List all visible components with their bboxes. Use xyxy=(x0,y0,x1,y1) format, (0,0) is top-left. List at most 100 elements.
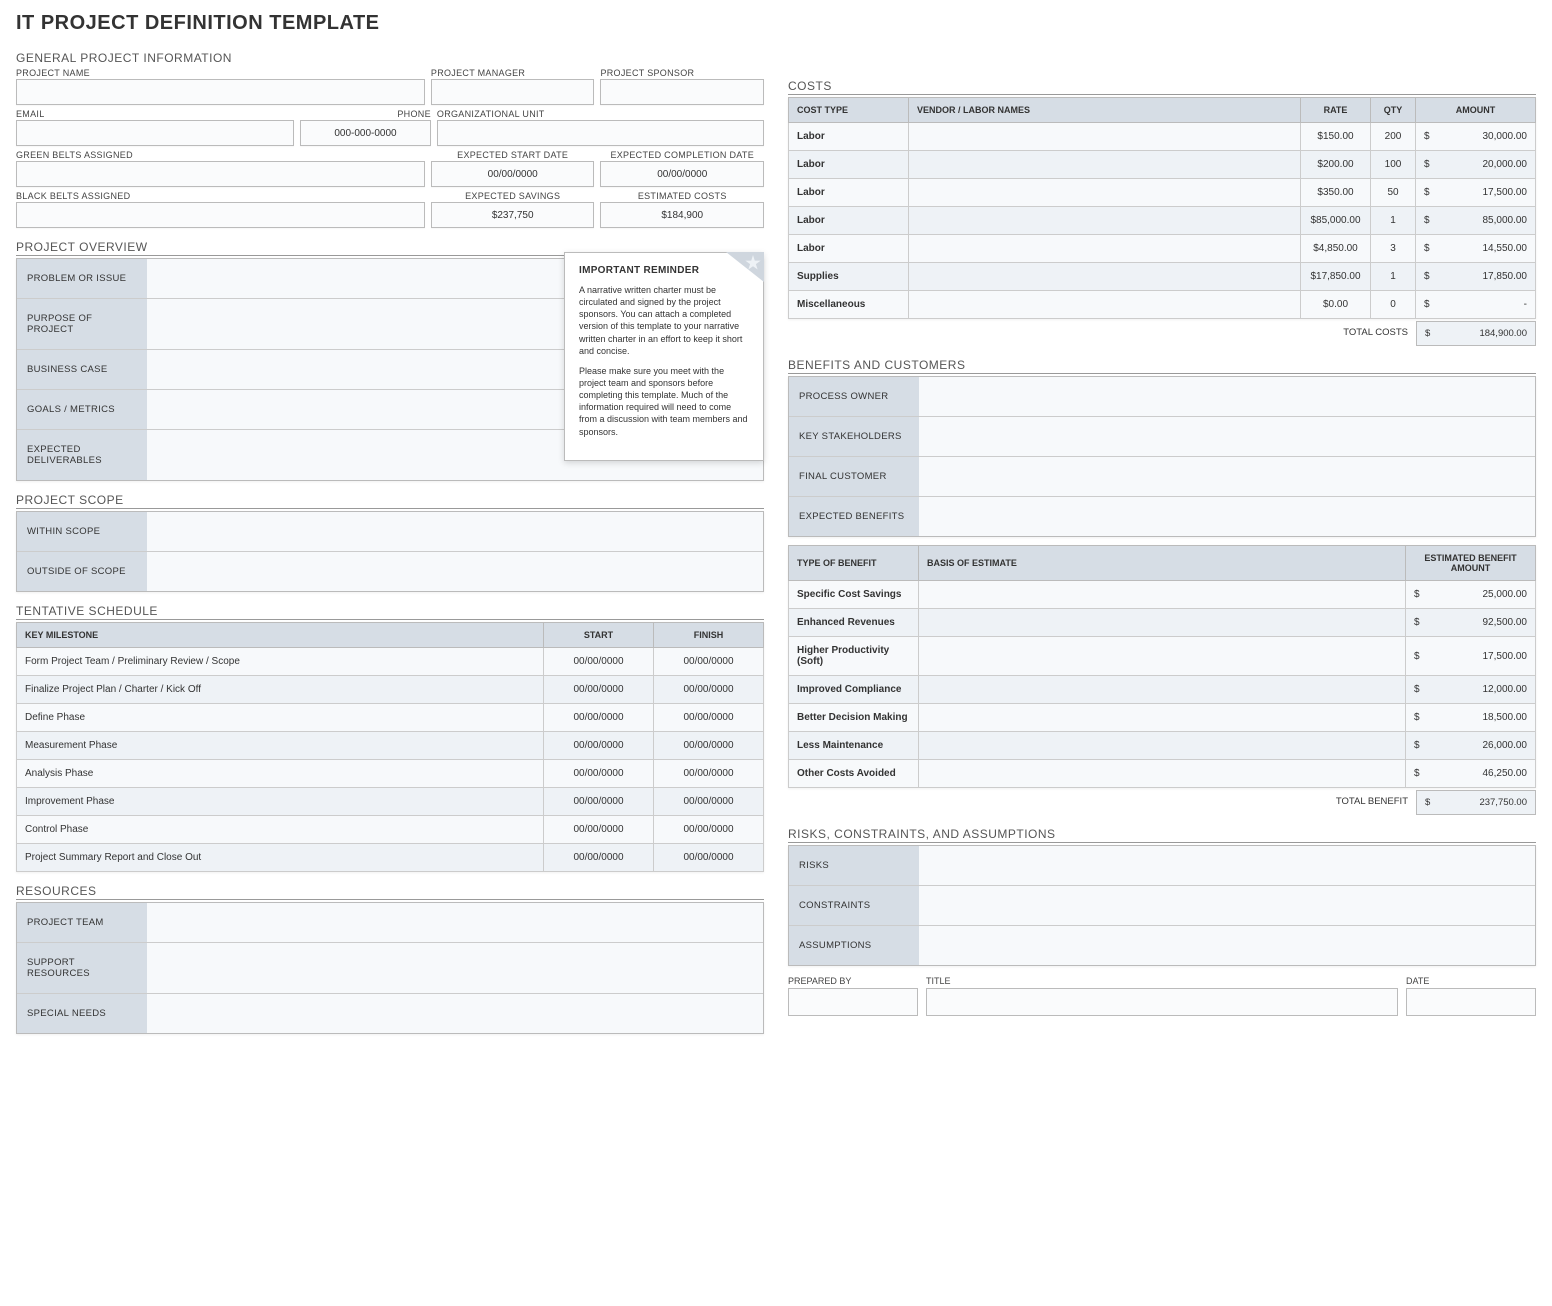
cell-cost-type: Labor xyxy=(789,207,909,235)
cell-finish[interactable]: 00/00/0000 xyxy=(654,704,764,732)
cell-start[interactable]: 00/00/0000 xyxy=(544,704,654,732)
table-row: Labor$4,850.003$14,550.00 xyxy=(789,235,1536,263)
cell-start[interactable]: 00/00/0000 xyxy=(544,648,654,676)
cell-benefit-basis[interactable] xyxy=(919,704,1406,732)
table-row: Specific Cost Savings$25,000.00 xyxy=(789,581,1536,609)
cell-vendor[interactable] xyxy=(909,263,1301,291)
input-org-unit[interactable] xyxy=(437,120,764,146)
row-label: PROCESS OWNER xyxy=(789,377,919,416)
cell-benefit-basis[interactable] xyxy=(919,609,1406,637)
cell-start[interactable]: 00/00/0000 xyxy=(544,676,654,704)
table-row: Measurement Phase00/00/000000/00/0000 xyxy=(17,732,764,760)
cell-rate: $200.00 xyxy=(1301,151,1371,179)
input-project-manager[interactable] xyxy=(431,79,595,105)
cell-vendor[interactable] xyxy=(909,235,1301,263)
cell-amount: $85,000.00 xyxy=(1416,207,1536,235)
cell-start[interactable]: 00/00/0000 xyxy=(544,816,654,844)
input-email[interactable] xyxy=(16,120,294,146)
cell-milestone: Form Project Team / Preliminary Review /… xyxy=(17,648,544,676)
cell-amount: $17,850.00 xyxy=(1416,263,1536,291)
row-value[interactable] xyxy=(147,903,763,942)
row-label: CONSTRAINTS xyxy=(789,885,919,925)
table-row: ASSUMPTIONS xyxy=(789,925,1535,965)
row-value[interactable] xyxy=(147,551,763,591)
cell-finish[interactable]: 00/00/0000 xyxy=(654,760,764,788)
input-green-belts[interactable] xyxy=(16,161,425,187)
row-value[interactable] xyxy=(919,416,1535,456)
label-title: TITLE xyxy=(926,976,1398,986)
row-value[interactable] xyxy=(919,885,1535,925)
cell-rate: $150.00 xyxy=(1301,123,1371,151)
cell-finish[interactable]: 00/00/0000 xyxy=(654,788,764,816)
input-title[interactable] xyxy=(926,988,1398,1016)
row-value[interactable] xyxy=(919,846,1535,885)
cell-finish[interactable]: 00/00/0000 xyxy=(654,816,764,844)
cell-vendor[interactable] xyxy=(909,151,1301,179)
input-project-sponsor[interactable] xyxy=(600,79,764,105)
cell-amount: $14,550.00 xyxy=(1416,235,1536,263)
table-row: OUTSIDE OF SCOPE xyxy=(17,551,763,591)
row-label: KEY STAKEHOLDERS xyxy=(789,416,919,456)
cell-finish[interactable]: 00/00/0000 xyxy=(654,844,764,872)
row-value[interactable] xyxy=(919,377,1535,416)
table-row: SUPPORT RESOURCES xyxy=(17,942,763,993)
cell-benefit-basis[interactable] xyxy=(919,732,1406,760)
cell-finish[interactable]: 00/00/0000 xyxy=(654,732,764,760)
input-phone[interactable]: 000-000-0000 xyxy=(300,120,431,146)
table-row: PROJECT TEAM xyxy=(17,903,763,942)
risks-table: RISKSCONSTRAINTSASSUMPTIONS xyxy=(788,845,1536,966)
scope-table: WITHIN SCOPEOUTSIDE OF SCOPE xyxy=(16,511,764,592)
cell-start[interactable]: 00/00/0000 xyxy=(544,788,654,816)
label-project-manager: PROJECT MANAGER xyxy=(431,68,595,78)
cell-start[interactable]: 00/00/0000 xyxy=(544,732,654,760)
input-date[interactable] xyxy=(1406,988,1536,1016)
row-value[interactable] xyxy=(919,456,1535,496)
col-benefit-basis: BASIS OF ESTIMATE xyxy=(919,546,1406,581)
cell-start[interactable]: 00/00/0000 xyxy=(544,844,654,872)
cell-milestone: Finalize Project Plan / Charter / Kick O… xyxy=(17,676,544,704)
section-schedule-heading: TENTATIVE SCHEDULE xyxy=(16,604,764,620)
cell-qty: 50 xyxy=(1371,179,1416,207)
input-black-belts[interactable] xyxy=(16,202,425,228)
cell-cost-type: Miscellaneous xyxy=(789,291,909,319)
row-label: EXPECTED BENEFITS xyxy=(789,496,919,536)
cell-benefit-basis[interactable] xyxy=(919,676,1406,704)
cell-vendor[interactable] xyxy=(909,123,1301,151)
table-row: Labor$200.00100$20,000.00 xyxy=(789,151,1536,179)
col-benefit-amount: ESTIMATED BENEFIT AMOUNT xyxy=(1406,546,1536,581)
table-row: Miscellaneous$0.000$- xyxy=(789,291,1536,319)
cell-benefit-basis[interactable] xyxy=(919,637,1406,676)
costs-table: COST TYPE VENDOR / LABOR NAMES RATE QTY … xyxy=(788,97,1536,319)
label-expected-completion: EXPECTED COMPLETION DATE xyxy=(600,150,764,160)
cell-vendor[interactable] xyxy=(909,291,1301,319)
cell-finish[interactable]: 00/00/0000 xyxy=(654,676,764,704)
table-row: Form Project Team / Preliminary Review /… xyxy=(17,648,764,676)
table-row: Supplies$17,850.001$17,850.00 xyxy=(789,263,1536,291)
page-title: IT PROJECT DEFINITION TEMPLATE xyxy=(16,12,1536,35)
cell-amount: $30,000.00 xyxy=(1416,123,1536,151)
col-milestone: KEY MILESTONE xyxy=(17,623,544,648)
cell-vendor[interactable] xyxy=(909,179,1301,207)
cell-finish[interactable]: 00/00/0000 xyxy=(654,648,764,676)
cell-benefit-type: Improved Compliance xyxy=(789,676,919,704)
input-prepared-by[interactable] xyxy=(788,988,918,1016)
table-row: KEY STAKEHOLDERS xyxy=(789,416,1535,456)
label-email: EMAIL xyxy=(16,109,294,119)
cell-start[interactable]: 00/00/0000 xyxy=(544,760,654,788)
row-value[interactable] xyxy=(147,942,763,993)
row-value[interactable] xyxy=(919,496,1535,536)
cell-benefit-type: Better Decision Making xyxy=(789,704,919,732)
cell-milestone: Measurement Phase xyxy=(17,732,544,760)
cell-vendor[interactable] xyxy=(909,207,1301,235)
cell-cost-type: Labor xyxy=(789,151,909,179)
resources-table: PROJECT TEAMSUPPORT RESOURCESSPECIAL NEE… xyxy=(16,902,764,1034)
input-expected-completion[interactable]: 00/00/0000 xyxy=(600,161,764,187)
cell-benefit-basis[interactable] xyxy=(919,760,1406,788)
row-value[interactable] xyxy=(147,993,763,1033)
row-value[interactable] xyxy=(919,925,1535,965)
input-project-name[interactable] xyxy=(16,79,425,105)
input-expected-start[interactable]: 00/00/0000 xyxy=(431,161,595,187)
row-value[interactable] xyxy=(147,512,763,551)
col-start: START xyxy=(544,623,654,648)
cell-benefit-basis[interactable] xyxy=(919,581,1406,609)
